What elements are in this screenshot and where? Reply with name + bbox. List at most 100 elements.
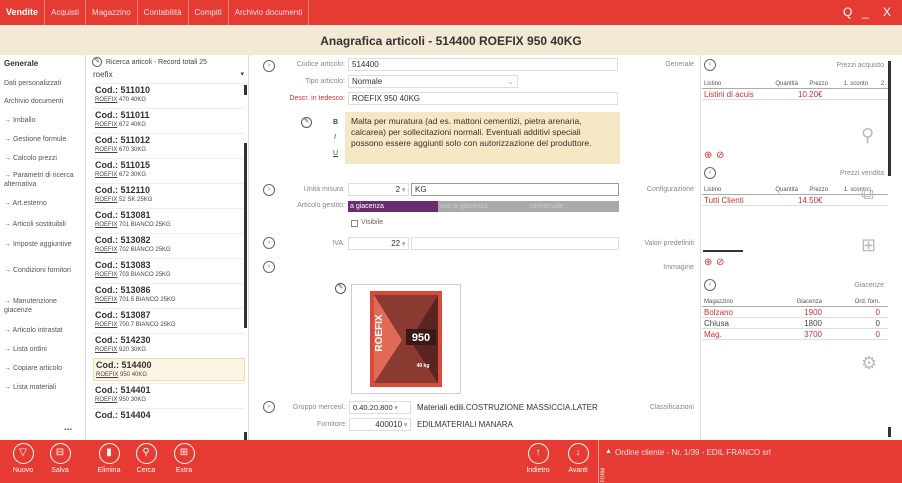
- gestito-option-giacenza[interactable]: a giacenza: [348, 201, 438, 212]
- list-item-brand[interactable]: ROEFIX: [95, 147, 117, 153]
- link-icon[interactable]: ⊘: [716, 150, 724, 161]
- edit-image-icon[interactable]: ✎: [335, 283, 346, 294]
- scrollbar-thumb[interactable]: [244, 85, 247, 95]
- scrollbar-track[interactable]: [244, 143, 247, 328]
- fornitore-lookup-icon[interactable]: ᵠ: [404, 423, 407, 429]
- tab-magazzino[interactable]: Magazzino: [86, 0, 138, 25]
- more-icon[interactable]: ...: [60, 423, 76, 433]
- list-item[interactable]: Cod.: 513087 ROEFIX 700.7 BIANCO 25KG: [93, 308, 245, 331]
- nav-item-parametri-ricerca[interactable]: → Parametri di ricerca alternativa: [0, 171, 84, 189]
- list-item-brand[interactable]: ROEFIX: [95, 347, 117, 353]
- nav-item-imballo[interactable]: → Imballo: [0, 116, 40, 125]
- status-text[interactable]: Ordine cliente - Nr. 1/39 - EDIL FRANCO …: [615, 448, 771, 457]
- codice-articolo-input[interactable]: 514400: [348, 58, 618, 71]
- search-filter-input[interactable]: roefix ▾: [87, 69, 248, 82]
- search-icon[interactable]: ⚲: [861, 125, 874, 146]
- collapse-giacenze-icon[interactable]: ‹: [704, 279, 716, 291]
- forward-button[interactable]: ↓ Avanti: [563, 443, 593, 474]
- unita-misura-input[interactable]: KG: [411, 183, 619, 196]
- table-row[interactable]: Chiusa 1800 0: [702, 318, 888, 329]
- search-button[interactable]: ⚲ Cerca: [131, 443, 161, 474]
- bold-icon[interactable]: B: [333, 119, 338, 126]
- nav-item-imposte-aggiuntive[interactable]: → Imposte aggiuntive: [0, 240, 84, 249]
- list-item-brand[interactable]: ROEFIX: [95, 297, 117, 303]
- list-item-brand[interactable]: ROEFIX: [95, 397, 117, 403]
- note-textarea[interactable]: Malta per muratura (ad es. mattoni cemen…: [345, 112, 620, 164]
- new-button[interactable]: ▽ Nuovo: [8, 443, 38, 474]
- unita-code-input[interactable]: 2 ᵠ: [348, 183, 409, 196]
- dropdown-arrow-icon[interactable]: ▾: [240, 69, 244, 81]
- edit-icon[interactable]: ✎: [92, 57, 102, 67]
- save-button[interactable]: ⊟ Salva: [45, 443, 75, 474]
- list-item[interactable]: Cod.: 511010 ROEFIX 470 40KG: [93, 83, 245, 106]
- list-item-brand[interactable]: ROEFIX: [95, 97, 117, 103]
- underline-icon[interactable]: U: [333, 150, 338, 157]
- expand-config-icon[interactable]: ›: [263, 184, 275, 196]
- search-icon[interactable]: Q: [843, 0, 852, 25]
- list-item[interactable]: Cod.: 513083 ROEFIX 703 BIANCO 25KG: [93, 258, 245, 281]
- tipo-articolo-select[interactable]: Normale ⌄: [348, 75, 518, 88]
- nav-item-lista-ordini[interactable]: → Lista ordini: [0, 345, 51, 354]
- tab-contabilita[interactable]: Contabilità: [138, 0, 189, 25]
- list-item[interactable]: Cod.: 513081 ROEFIX 701 BIANCO 25KG: [93, 208, 245, 231]
- list-item-brand[interactable]: ROEFIX: [95, 272, 117, 278]
- list-item[interactable]: Cod.: 511011 ROEFIX 672 40KG: [93, 108, 245, 131]
- list-item-brand[interactable]: ROEFIX: [95, 122, 117, 128]
- nav-item-articolo-intrastat[interactable]: → Articolo intrastat: [0, 326, 67, 335]
- minimize-icon[interactable]: _: [862, 0, 869, 25]
- copy-icon[interactable]: ⧉: [861, 183, 874, 204]
- list-item[interactable]: Cod.: 513082 ROEFIX 702 BIANCO 25KG: [93, 233, 245, 256]
- visibile-checkbox[interactable]: [351, 220, 358, 227]
- add-icon[interactable]: ⊕: [704, 257, 712, 268]
- nav-item-dati-personalizzati[interactable]: Dati personalizzati: [0, 79, 65, 88]
- lookup-icon[interactable]: ᵠ: [402, 188, 405, 194]
- list-item[interactable]: Cod.: 513086 ROEFIX 701.5 BIANCO 25KG: [93, 283, 245, 306]
- italic-icon[interactable]: I: [334, 134, 336, 141]
- list-item-brand[interactable]: ROEFIX: [95, 172, 117, 178]
- list-item-brand[interactable]: ROEFIX: [95, 197, 117, 203]
- list-item-brand[interactable]: ROEFIX: [95, 322, 117, 328]
- nav-item-calcolo-prezzi[interactable]: → Calcolo prezzi: [0, 154, 61, 163]
- scrollbar-bottom[interactable]: [244, 432, 247, 440]
- side-scrollbar[interactable]: [888, 61, 891, 176]
- expand-generale-icon[interactable]: ›: [263, 60, 275, 72]
- nav-item-lista-materiali[interactable]: → Lista materiali: [0, 383, 60, 392]
- gestito-option-non-giacenza[interactable]: non a giacenza: [438, 201, 528, 212]
- window-icon[interactable]: ⊞: [861, 235, 876, 256]
- list-item[interactable]: Cod.: 511015 ROEFIX 672 30KG: [93, 158, 245, 181]
- nav-item-copiare-articolo[interactable]: → Copiare articolo: [0, 364, 66, 373]
- extra-button[interactable]: ⊞ Extra: [169, 443, 199, 474]
- nav-item-gestione-formule[interactable]: → Gestione formule: [0, 135, 70, 144]
- link-icon[interactable]: ⊘: [716, 257, 724, 268]
- table-row[interactable]: Mag. 3700 0: [702, 329, 888, 340]
- list-item[interactable]: Cod.: 514404: [93, 408, 245, 431]
- nav-item-generale[interactable]: Generale: [0, 59, 42, 68]
- edit-note-icon[interactable]: ✎: [301, 117, 312, 128]
- nav-item-condizioni-fornitori[interactable]: → Condizioni fornitori: [0, 266, 84, 275]
- tab-acquisti[interactable]: Acquisti: [45, 0, 87, 25]
- gruppo-lookup-icon[interactable]: ᵠ: [395, 406, 398, 412]
- collapse-immagine-icon[interactable]: ‹: [263, 261, 275, 273]
- descrizione-input[interactable]: ROEFIX 950 40KG: [348, 92, 618, 105]
- list-item-brand[interactable]: ROEFIX: [95, 222, 117, 228]
- fornitore-code-input[interactable]: 400010 ᵠ: [349, 418, 411, 431]
- collapse-vendita-icon[interactable]: ‹: [704, 167, 716, 179]
- tab-compiti[interactable]: Compiti: [189, 0, 229, 25]
- iva-description-input[interactable]: [411, 237, 619, 250]
- list-item[interactable]: Cod.: 511012 ROEFIX 670 30KG: [93, 133, 245, 156]
- tab-archivio-documenti[interactable]: Archivio documenti: [229, 0, 310, 25]
- iva-input[interactable]: 22 ᵠ: [348, 237, 409, 250]
- list-item[interactable]: Cod.: 514401 ROEFIX 950 30KG: [93, 383, 245, 406]
- gestito-option-universale[interactable]: Universale: [528, 201, 619, 212]
- nav-item-articoli-sostituibili[interactable]: → Articoli sostituibili: [0, 220, 70, 229]
- nav-item-manutenzione-giacenze[interactable]: → Manutenzione giacenze: [0, 297, 84, 315]
- add-icon[interactable]: ⊕: [704, 150, 712, 161]
- close-icon[interactable]: X: [883, 0, 891, 25]
- list-item[interactable]: Cod.: 512110 ROEFIX 52 SK 25KG: [93, 183, 245, 206]
- collapse-acquisto-icon[interactable]: ‹: [704, 59, 716, 71]
- list-item-brand[interactable]: ROEFIX: [96, 372, 118, 378]
- tab-vendite[interactable]: Vendite: [0, 0, 46, 25]
- gruppo-code-input[interactable]: 0.40.20.800 ᵠ: [349, 401, 411, 414]
- expand-valori-icon[interactable]: ›: [263, 237, 275, 249]
- caret-up-icon[interactable]: ▲: [605, 448, 612, 455]
